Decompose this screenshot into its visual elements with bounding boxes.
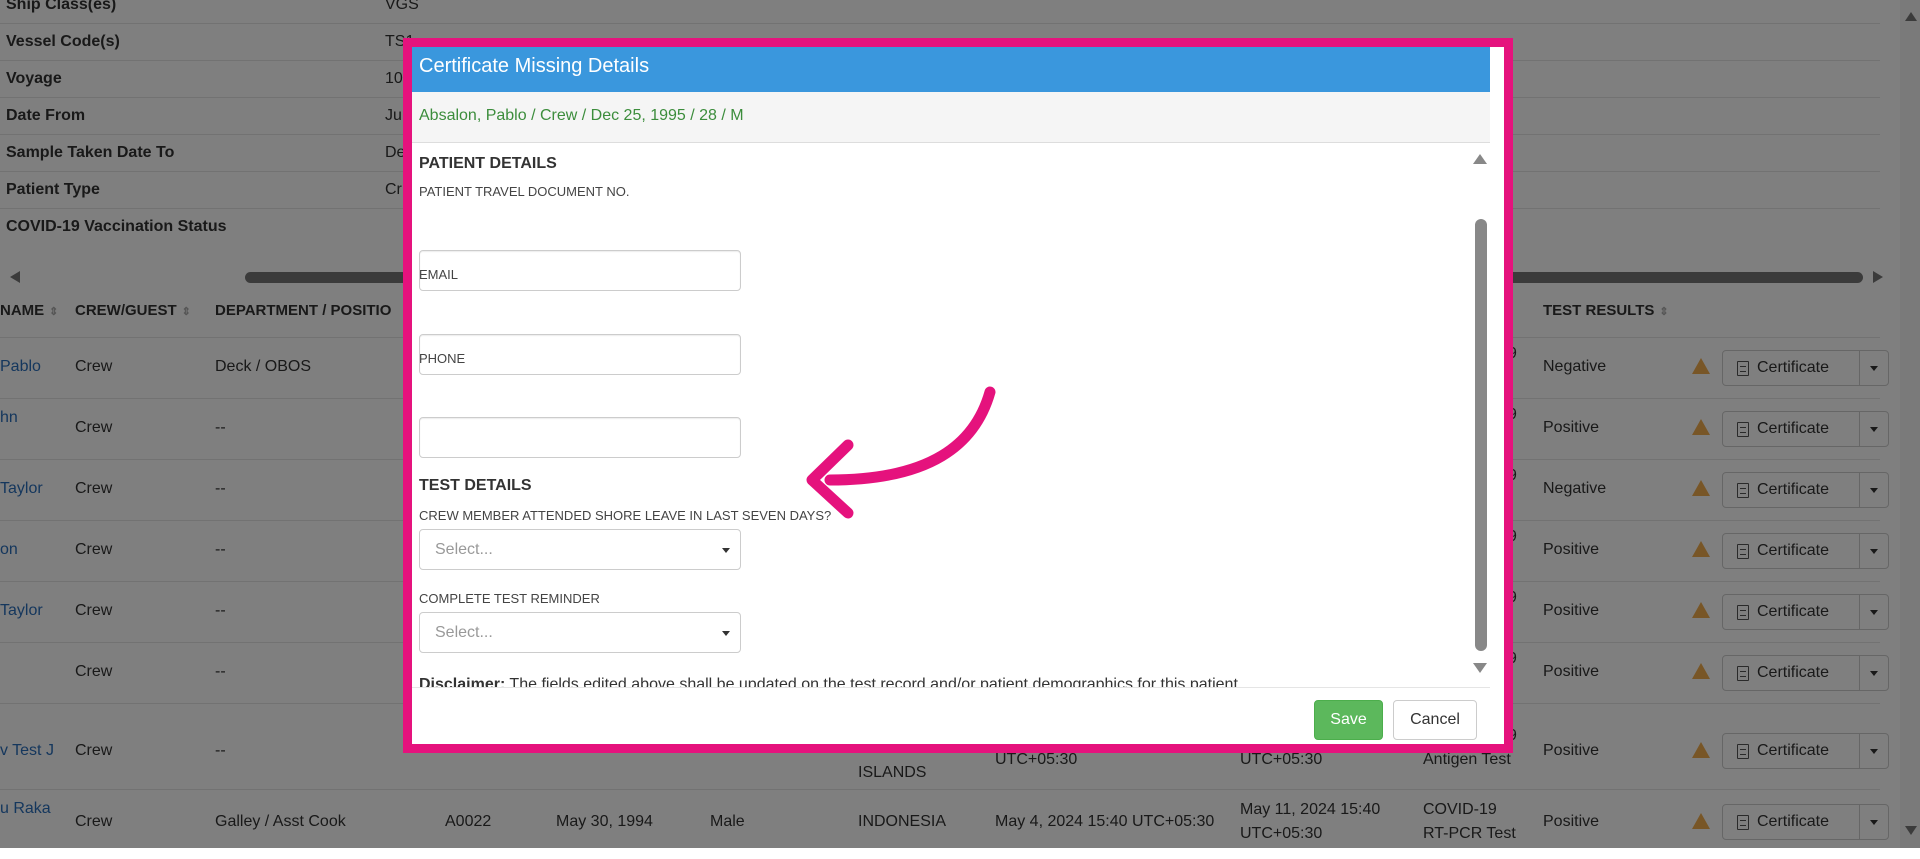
email-field[interactable]	[419, 334, 741, 375]
scroll-up-icon[interactable]	[1473, 154, 1487, 164]
cancel-button[interactable]: Cancel	[1393, 700, 1477, 740]
test-reminder-select[interactable]: Select...	[419, 612, 741, 653]
shore-leave-label: CREW MEMBER ATTENDED SHORE LEAVE IN LAST…	[419, 508, 832, 523]
travel-document-input[interactable]	[419, 250, 741, 291]
email-label: EMAIL	[419, 267, 459, 282]
patient-details-heading: PATIENT DETAILS	[419, 155, 557, 172]
modal-title: Certificate Missing Details	[419, 55, 650, 77]
patient-summary: Absalon, Pablo / Crew / Dec 25, 1995 / 2…	[419, 107, 744, 124]
modal-header: Certificate Missing Details	[412, 47, 1490, 92]
chevron-down-icon	[722, 548, 730, 553]
test-details-heading: TEST DETAILS	[419, 477, 532, 494]
chevron-down-icon	[722, 631, 730, 636]
phone-label: PHONE	[419, 351, 466, 366]
modal-scroll-thumb[interactable]	[1475, 219, 1487, 651]
test-reminder-placeholder: Select...	[435, 624, 493, 641]
travel-document-label: PATIENT TRAVEL DOCUMENT NO.	[419, 184, 630, 199]
scroll-down-icon[interactable]	[1473, 663, 1487, 673]
shore-leave-select[interactable]: Select...	[419, 529, 741, 570]
modal-body: PATIENT DETAILS PATIENT TRAVEL DOCUMENT …	[412, 143, 1490, 693]
modal-footer: Save Cancel	[412, 687, 1490, 744]
shore-leave-placeholder: Select...	[435, 541, 493, 558]
modal-vertical-scrollbar[interactable]	[1470, 143, 1490, 687]
certificate-missing-details-dialog: Certificate Missing Details Absalon, Pab…	[412, 47, 1490, 744]
test-reminder-label: COMPLETE TEST REMINDER	[419, 591, 600, 606]
patient-summary-bar: Absalon, Pablo / Crew / Dec 25, 1995 / 2…	[412, 92, 1490, 143]
save-button[interactable]: Save	[1314, 700, 1383, 740]
phone-field[interactable]	[419, 417, 741, 458]
